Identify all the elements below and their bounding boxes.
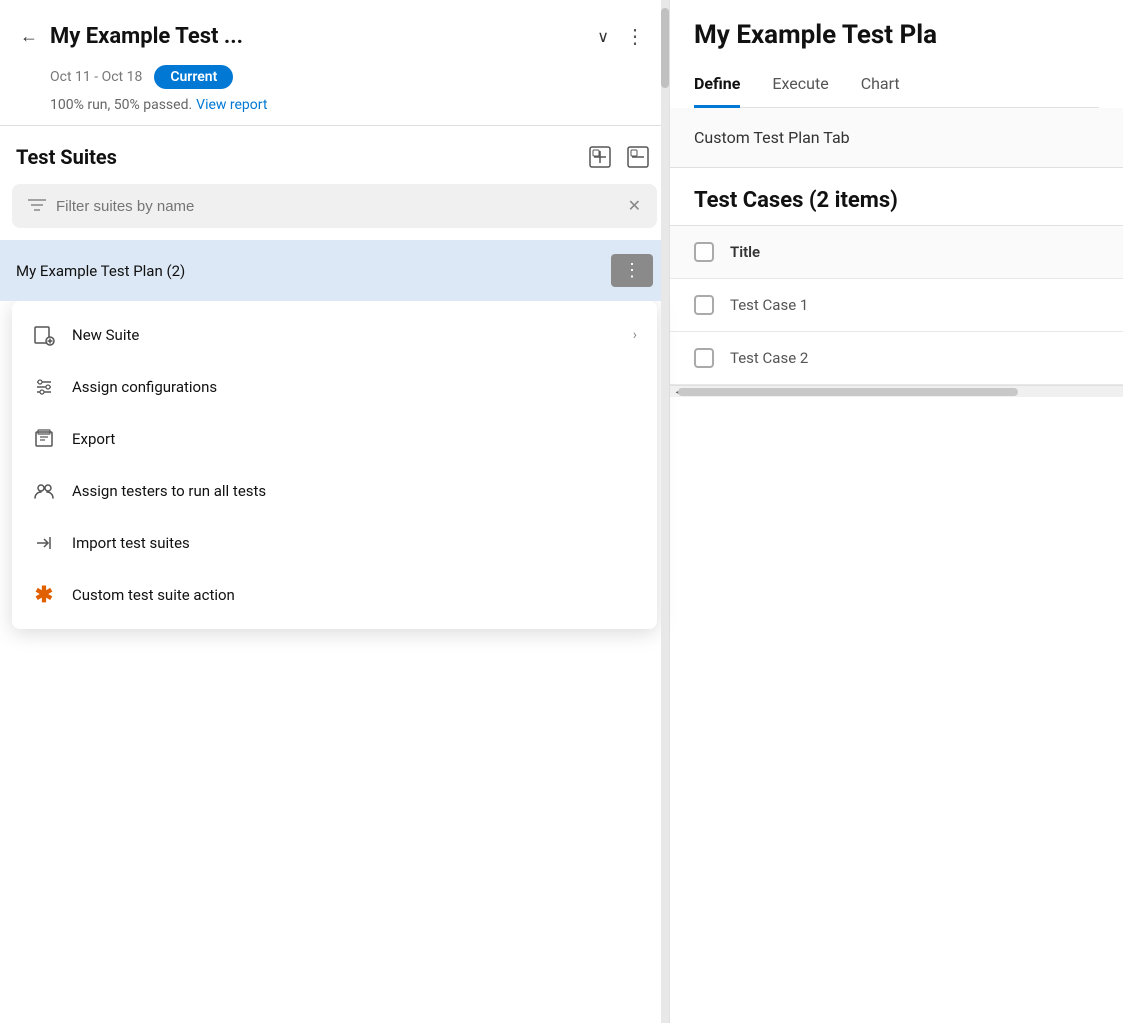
custom-action-icon: ✱ [32, 583, 56, 607]
export-icon [32, 427, 56, 451]
clear-filter-button[interactable]: ✕ [628, 196, 641, 216]
new-suite-label: New Suite [72, 326, 617, 344]
left-scrollbar[interactable] [661, 0, 669, 1023]
expand-all-button[interactable] [585, 142, 615, 172]
test-cases-header: Test Cases (2 items) [670, 168, 1123, 226]
suites-title: Test Suites [16, 145, 577, 169]
test-case-1-label: Test Case 1 [730, 296, 808, 314]
left-scrollbar-thumb [661, 8, 669, 88]
chevron-button[interactable]: ∨ [597, 27, 609, 47]
back-button[interactable]: ← [16, 22, 42, 51]
custom-tab-section: Custom Test Plan Tab [670, 108, 1123, 168]
test-case-1-checkbox[interactable] [694, 295, 714, 315]
tab-execute[interactable]: Execute [772, 66, 828, 108]
import-icon [32, 531, 56, 555]
current-badge: Current [154, 65, 233, 89]
assign-config-icon [32, 375, 56, 399]
tab-chart[interactable]: Chart [861, 66, 900, 108]
test-case-2-checkbox[interactable] [694, 348, 714, 368]
test-case-row-2[interactable]: Test Case 2 [670, 332, 1123, 385]
assign-testers-label: Assign testers to run all tests [72, 482, 637, 500]
right-header: My Example Test Pla Define Execute Chart [670, 0, 1123, 108]
suite-item-label: My Example Test Plan (2) [16, 262, 611, 280]
export-label: Export [72, 430, 637, 448]
filter-icon [28, 197, 46, 216]
custom-action-label: Custom test suite action [72, 586, 637, 604]
date-row: Oct 11 - Oct 18 Current [0, 63, 669, 95]
filter-row: ✕ [12, 184, 657, 228]
header-row: ← My Example Test ... ∨ ⋮ [0, 0, 669, 63]
stats-text: 100% run, 50% passed. [50, 97, 192, 113]
right-scrollbar[interactable]: ◂ [670, 385, 1123, 397]
menu-item-new-suite[interactable]: New Suite › [12, 309, 657, 361]
new-suite-icon [32, 323, 56, 347]
suites-header: Test Suites [0, 126, 669, 184]
menu-item-import[interactable]: Import test suites [12, 517, 657, 569]
date-label: Oct 11 - Oct 18 [50, 69, 142, 85]
filter-input[interactable] [56, 198, 618, 215]
menu-item-custom-action[interactable]: ✱ Custom test suite action [12, 569, 657, 621]
tabs-row: Define Execute Chart [694, 66, 1099, 108]
stats-row: 100% run, 50% passed. View report [0, 95, 669, 125]
custom-tab-label: Custom Test Plan Tab [694, 128, 850, 147]
test-cases-section: Test Cases (2 items) Title Test Case 1 T… [670, 168, 1123, 1023]
plan-title: My Example Test ... [50, 24, 589, 49]
header-more-button[interactable]: ⋮ [617, 20, 653, 53]
menu-item-assign-config[interactable]: Assign configurations [12, 361, 657, 413]
test-cases-column-header: Title [670, 226, 1123, 279]
assign-config-label: Assign configurations [72, 378, 637, 396]
suite-item[interactable]: My Example Test Plan (2) ⋮ [0, 240, 669, 301]
left-panel: ← My Example Test ... ∨ ⋮ Oct 11 - Oct 1… [0, 0, 670, 1023]
right-panel: My Example Test Pla Define Execute Chart… [670, 0, 1123, 1023]
menu-item-assign-testers[interactable]: Assign testers to run all tests [12, 465, 657, 517]
import-label: Import test suites [72, 534, 637, 552]
tab-define[interactable]: Define [694, 66, 740, 108]
column-title-label: Title [730, 243, 760, 261]
view-report-link[interactable]: View report [196, 97, 267, 113]
select-all-checkbox[interactable] [694, 242, 714, 262]
test-case-row-1[interactable]: Test Case 1 [670, 279, 1123, 332]
right-scrollbar-thumb [678, 388, 1018, 396]
dropdown-menu: New Suite › Assign configurations [12, 301, 657, 629]
new-suite-arrow: › [633, 327, 637, 343]
suite-more-button[interactable]: ⋮ [611, 254, 653, 287]
test-case-2-label: Test Case 2 [730, 349, 808, 367]
right-title: My Example Test Pla [694, 20, 1099, 50]
assign-testers-icon [32, 479, 56, 503]
collapse-all-button[interactable] [623, 142, 653, 172]
menu-item-export[interactable]: Export [12, 413, 657, 465]
